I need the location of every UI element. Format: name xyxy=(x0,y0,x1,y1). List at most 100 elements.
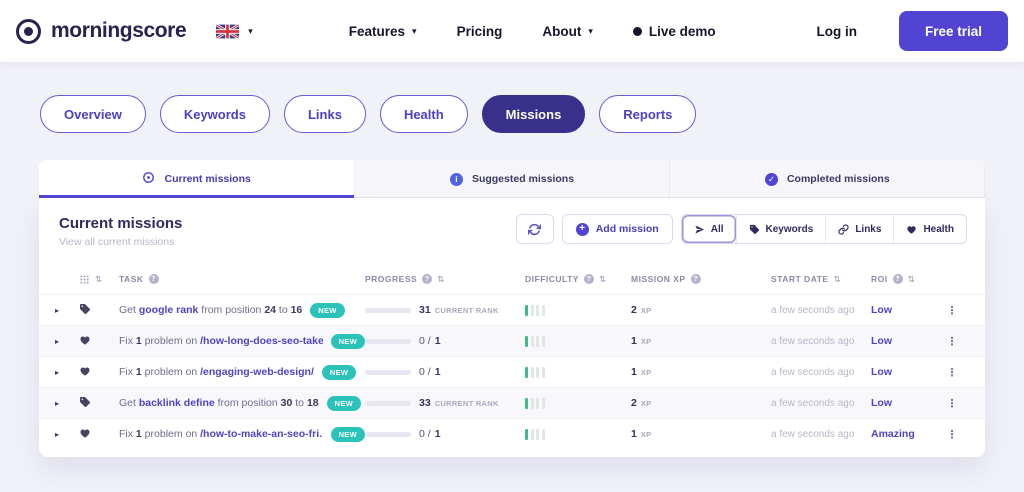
pill-tab-health[interactable]: Health xyxy=(380,95,468,133)
task-segment: 18 xyxy=(307,397,319,409)
table-row[interactable]: ▸ Fix 1 problem on /how-long-does-seo-ta… xyxy=(39,325,985,356)
roi-value: Low xyxy=(871,366,935,378)
difficulty-bar xyxy=(525,305,528,316)
tab-suggested-missions[interactable]: i Suggested missions xyxy=(354,160,669,198)
target-icon xyxy=(142,171,155,184)
difficulty-bar xyxy=(536,336,539,347)
kebab-menu-icon[interactable]: ⋮ xyxy=(935,335,969,348)
pill-tab-missions[interactable]: Missions xyxy=(482,95,586,133)
brand-name: morningscore xyxy=(51,19,186,43)
nav-about[interactable]: About ▾ xyxy=(542,24,593,39)
col-header-date[interactable]: START DATE ⇅ xyxy=(771,274,871,285)
expand-caret-icon[interactable]: ▸ xyxy=(55,306,79,315)
info-circle-icon: i xyxy=(450,173,463,186)
tab-current-missions[interactable]: Current missions xyxy=(39,160,354,198)
difficulty-bar xyxy=(536,398,539,409)
caret-down-icon: ▾ xyxy=(588,26,593,37)
progress-segment: 0 / xyxy=(419,335,431,347)
section-tabs: Overview Keywords Links Health Missions … xyxy=(40,95,1024,133)
progress-value: 0 / 1 xyxy=(419,366,441,378)
new-badge: NEW xyxy=(331,427,365,442)
filter-label: Keywords xyxy=(766,224,814,235)
progress-bar xyxy=(365,370,411,375)
col-header-roi[interactable]: ROI ? ⇅ xyxy=(871,274,935,285)
kebab-menu-icon[interactable]: ⋮ xyxy=(935,304,969,317)
expand-caret-icon[interactable]: ▸ xyxy=(55,337,79,346)
progress-segment: 1 xyxy=(435,366,441,378)
login-link[interactable]: Log in xyxy=(816,24,857,39)
help-icon[interactable]: ? xyxy=(422,274,432,284)
col-header-progress[interactable]: PROGRESS ? ⇅ xyxy=(365,274,525,285)
language-switcher[interactable]: ▾ xyxy=(216,24,253,39)
filter-health[interactable]: Health xyxy=(893,215,966,243)
filter-label: Health xyxy=(923,224,954,235)
nav-label: Pricing xyxy=(457,24,503,39)
pill-tab-keywords[interactable]: Keywords xyxy=(160,95,270,133)
filter-links[interactable]: Links xyxy=(825,215,893,243)
add-mission-label: Add mission xyxy=(596,223,659,235)
task-segment: Get xyxy=(119,304,139,316)
task-segment: Fix xyxy=(119,335,136,347)
start-date: a few seconds ago xyxy=(771,367,871,378)
refresh-icon xyxy=(528,223,541,236)
tab-completed-missions[interactable]: ✓ Completed missions xyxy=(670,160,985,198)
refresh-button[interactable] xyxy=(516,214,554,244)
caret-down-icon: ▾ xyxy=(412,26,417,37)
top-navbar: morningscore ▾ Features ▾ Pricing xyxy=(0,0,1024,62)
table-row[interactable]: ▸ Get google rank from position 24 to 16… xyxy=(39,294,985,325)
add-mission-button[interactable]: + Add mission xyxy=(562,214,673,244)
table-row[interactable]: ▸ Get backlink define from position 30 t… xyxy=(39,387,985,418)
auth-area: Log in Free trial xyxy=(816,11,1008,51)
table-row[interactable]: ▸ Fix 1 problem on /engaging-web-design/… xyxy=(39,356,985,387)
table-header: ⇅ TASK ? PROGRESS ? ⇅ DIFFICULTY ? ⇅ MIS… xyxy=(39,264,985,294)
heart-icon xyxy=(79,334,119,349)
task-segment: google rank xyxy=(139,304,199,316)
pill-tab-overview[interactable]: Overview xyxy=(40,95,146,133)
nav-live-demo[interactable]: Live demo xyxy=(633,24,716,39)
task-segment: problem on xyxy=(142,366,200,378)
heart-icon xyxy=(79,365,119,380)
task-segment: 16 xyxy=(291,304,303,316)
expand-caret-icon[interactable]: ▸ xyxy=(55,368,79,377)
task-segment: from position xyxy=(198,304,264,316)
roi-header-label: ROI xyxy=(871,274,888,284)
col-header-xp[interactable]: MISSION XP ? xyxy=(631,274,771,284)
nav-features[interactable]: Features ▾ xyxy=(349,24,417,39)
difficulty-bar xyxy=(536,305,539,316)
progress-value: 33CURRENT RANK xyxy=(419,397,499,409)
kebab-menu-icon[interactable]: ⋮ xyxy=(935,366,969,379)
task-segment: to xyxy=(276,304,291,316)
expand-caret-icon[interactable]: ▸ xyxy=(55,430,79,439)
tab-label: Current missions xyxy=(164,173,250,185)
progress-cell: 33CURRENT RANK xyxy=(365,397,525,409)
progress-value: 0 / 1 xyxy=(419,335,441,347)
difficulty-bar xyxy=(542,367,545,378)
filter-keywords[interactable]: Keywords xyxy=(736,215,826,243)
pill-tab-reports[interactable]: Reports xyxy=(599,95,696,133)
col-header-difficulty[interactable]: DIFFICULTY ? ⇅ xyxy=(525,274,631,285)
pill-tab-links[interactable]: Links xyxy=(284,95,366,133)
help-icon[interactable]: ? xyxy=(893,274,903,284)
nav-pricing[interactable]: Pricing xyxy=(457,24,503,39)
table-row[interactable]: ▸ Fix 1 problem on /how-to-make-an-seo-f… xyxy=(39,418,985,449)
kebab-menu-icon[interactable]: ⋮ xyxy=(935,397,969,410)
filter-all[interactable]: All xyxy=(682,215,736,243)
expand-caret-icon[interactable]: ▸ xyxy=(55,399,79,408)
col-header-type[interactable]: ⇅ xyxy=(79,274,119,285)
date-header-label: START DATE xyxy=(771,274,829,284)
task-cell: Fix 1 problem on /how-long-does-seo-take… xyxy=(119,334,365,349)
col-header-task[interactable]: TASK ? xyxy=(119,274,365,284)
roi-value: Low xyxy=(871,335,935,347)
brand-logo[interactable]: morningscore xyxy=(16,19,186,44)
help-icon[interactable]: ? xyxy=(149,274,159,284)
difficulty-bar xyxy=(536,367,539,378)
task-segment: Fix xyxy=(119,428,136,440)
free-trial-button[interactable]: Free trial xyxy=(899,11,1008,51)
progress-segment: 31 xyxy=(419,304,431,316)
help-icon[interactable]: ? xyxy=(691,274,701,284)
progress-segment: 1 xyxy=(435,428,441,440)
help-icon[interactable]: ? xyxy=(584,274,594,284)
kebab-menu-icon[interactable]: ⋮ xyxy=(935,428,969,441)
difficulty-bar xyxy=(525,398,528,409)
task-cell: Get google rank from position 24 to 16 N… xyxy=(119,303,365,318)
